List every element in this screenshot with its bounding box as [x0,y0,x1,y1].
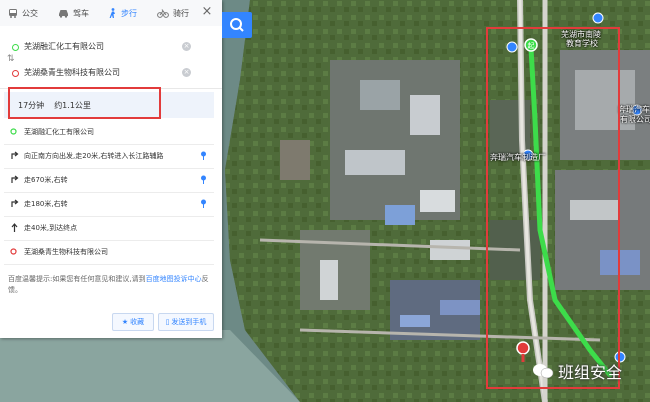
search-button[interactable] [222,12,252,38]
watermark: 班组安全 [532,356,622,386]
close-icon[interactable]: × [200,5,214,19]
destination-input[interactable]: 芜湖桑青生物科技有限公司 [24,62,194,82]
car-icon [59,10,68,18]
street-view-icon[interactable] [200,199,207,210]
step-text: 芜湖融汇化工有限公司 [24,128,94,136]
end-dot-icon [10,247,17,257]
step-text: 芜湖桑青生物科技有限公司 [24,248,108,256]
tab-walk[interactable]: 步行 [108,0,137,26]
turn-right-icon [10,199,19,210]
walk-icon [109,7,115,18]
favorite-label: 收藏 [130,318,145,326]
search-icon [230,18,244,32]
watermark-text: 班组安全 [558,363,623,382]
star-icon: ★ [121,318,129,326]
street-view-icon[interactable] [200,151,207,162]
tab-bus[interactable]: 公交 [8,0,38,26]
step-item[interactable]: 芜湖融汇化工有限公司 [4,120,214,145]
send-label: 发送到手机 [171,318,207,326]
turn-right-icon [10,175,19,186]
bus-icon [9,9,17,18]
phone-icon: ▯ [165,318,170,326]
route-panel: 公交 驾车 步行 骑行 × 芜湖融汇化工有限公司 × ⇅ 芜湖桑青生物科技有限公… [0,0,222,338]
clear-origin-icon[interactable]: × [182,42,191,51]
swap-icon[interactable]: ⇅ [7,54,15,64]
step-item[interactable]: 走40米,到达终点 [4,216,214,241]
step-text: 走40米,到达终点 [24,224,78,232]
turn-right-icon [10,151,19,162]
wechat-icon [533,364,554,379]
tab-bike[interactable]: 骑行 [157,0,189,26]
origin-dot-icon [12,44,19,51]
destination-dot-icon [12,70,19,77]
route-inputs: 芜湖融汇化工有限公司 × ⇅ 芜湖桑青生物科技有限公司 × [0,26,222,89]
highlight-box-summary [8,87,161,119]
feedback-note: 百度温馨提示:如果您有任何意见和建议,请到百度地图投诉中心反馈。 [8,274,213,296]
step-text: 走670米,右转 [24,176,68,184]
highlight-box-route [486,27,620,389]
straight-arrow-icon [10,222,19,234]
tab-bike-label: 骑行 [173,8,189,18]
tab-car-label: 驾车 [73,8,89,18]
step-text: 向正南方向出发,走20米,右转进入长江路辅路 [24,152,164,160]
map-label-company-2: 有限公司 [620,115,650,124]
poi-icon [592,12,604,24]
step-item[interactable]: 走670米,右转 [4,168,214,193]
bike-icon [157,9,169,18]
origin-input[interactable]: 芜湖融汇化工有限公司 [24,36,194,56]
send-to-phone-button[interactable]: ▯ 发送到手机 [158,313,214,331]
note-text: 百度温馨提示:如果您有任何意见和建议,请到 [8,275,146,283]
tab-walk-label: 步行 [121,8,137,18]
step-item[interactable]: 向正南方向出发,走20米,右转进入长江路辅路 [4,144,214,169]
tab-car[interactable]: 驾车 [58,0,89,26]
complaint-link[interactable]: 百度地图投诉中心 [146,275,202,283]
step-item[interactable]: 走180米,右转 [4,192,214,217]
favorite-button[interactable]: ★ 收藏 [112,313,154,331]
street-view-icon[interactable] [200,175,207,186]
clear-destination-icon[interactable]: × [182,68,191,77]
transport-tabs: 公交 驾车 步行 骑行 × [0,0,222,27]
tab-bus-label: 公交 [22,8,38,18]
step-text: 走180米,右转 [24,200,68,208]
start-dot-icon [10,127,17,137]
step-item[interactable]: 芜湖桑青生物科技有限公司 [4,240,214,265]
